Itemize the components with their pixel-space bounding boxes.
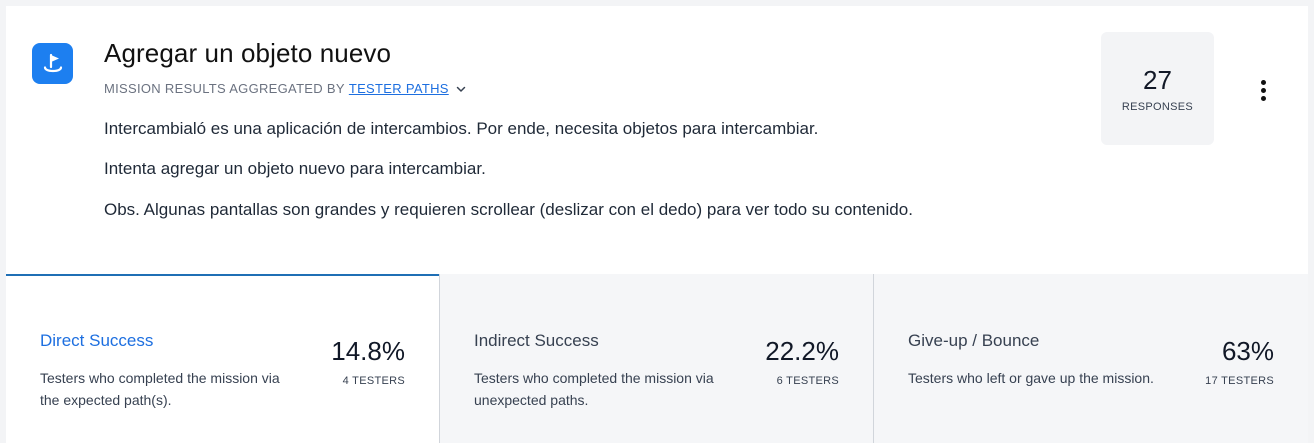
stat-title: Direct Success (40, 331, 154, 350)
chevron-down-icon[interactable] (455, 83, 467, 95)
stat-testers-count: 6 TESTERS (776, 375, 839, 387)
mission-header: Agregar un objeto nuevo MISSION RESULTS … (6, 6, 1308, 274)
stat-percent: 14.8% (331, 336, 405, 366)
mission-description-paragraph: Intercambialó es una aplicación de inter… (104, 119, 819, 138)
aggregation-prefix: MISSION RESULTS AGGREGATED BY (104, 81, 345, 96)
stat-description: Testers who completed the mission via un… (474, 370, 714, 408)
mission-description-paragraph: Obs. Algunas pantallas son grandes y req… (104, 200, 913, 219)
stat-percent: 22.2% (765, 336, 839, 366)
aggregation-selector: MISSION RESULTS AGGREGATED BY TESTER PAT… (104, 81, 467, 96)
stat-description: Testers who left or gave up the mission. (908, 370, 1154, 386)
flag-pin-icon (32, 43, 73, 84)
more-vertical-icon[interactable] (1250, 76, 1276, 104)
stat-title: Give-up / Bounce (908, 331, 1040, 350)
mission-title: Agregar un objeto nuevo (104, 38, 392, 68)
stat-description: Testers who completed the mission via th… (40, 370, 280, 408)
kebab-dot (1260, 79, 1266, 85)
stat-percent: 63% (1221, 336, 1274, 366)
responses-count: 27 (1143, 64, 1172, 95)
aggregation-dropdown-link[interactable]: TESTER PATHS (349, 81, 449, 96)
mission-description-paragraph: Intenta agregar un objeto nuevo para int… (104, 159, 486, 178)
mission-results-card: Agregar un objeto nuevo MISSION RESULTS … (6, 6, 1308, 443)
stat-testers-count: 4 TESTERS (342, 375, 405, 387)
responses-summary: 27 RESPONSES (1101, 32, 1214, 145)
kebab-dot (1260, 95, 1266, 101)
stat-testers-count: 17 TESTERS (1205, 375, 1274, 387)
tab-direct-success[interactable]: Direct Success Testers who completed the… (6, 274, 440, 443)
results-tabs: Direct Success Testers who completed the… (6, 274, 1308, 443)
responses-label: RESPONSES (1121, 100, 1194, 113)
tab-give-up-bounce[interactable]: Give-up / Bounce Testers who left or gav… (873, 274, 1308, 443)
tab-indirect-success[interactable]: Indirect Success Testers who completed t… (439, 274, 873, 443)
stat-title: Indirect Success (474, 331, 599, 350)
kebab-dot (1260, 87, 1266, 93)
